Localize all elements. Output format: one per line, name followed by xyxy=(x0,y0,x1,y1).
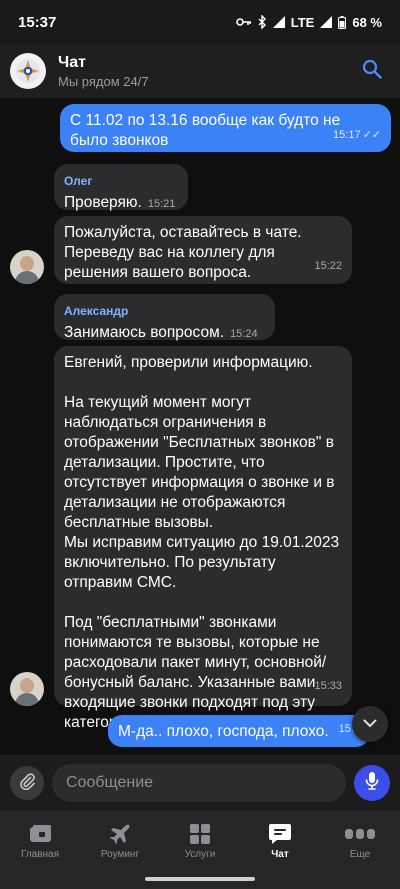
outgoing-message[interactable]: М-да.. плохо, господа, плохо. 15:3 xyxy=(108,715,370,747)
company-logo xyxy=(10,53,46,89)
incoming-message[interactable]: Евгений, проверили информацию. На текущи… xyxy=(54,346,352,731)
status-icons: LTE 68 % xyxy=(235,14,382,30)
wifi-signal-icon xyxy=(272,16,285,28)
nav-label: Еще xyxy=(349,848,371,860)
home-icon xyxy=(27,823,53,845)
message-time: 15:17 ✓✓ xyxy=(333,129,381,141)
avatar xyxy=(10,250,44,284)
network-type: LTE xyxy=(290,14,315,30)
nav-item-home[interactable]: Главная xyxy=(0,811,80,871)
scroll-down-button[interactable] xyxy=(352,706,388,742)
message-text: С 11.02 по 13.16 вообще как будто не был… xyxy=(70,112,345,149)
attach-button[interactable] xyxy=(10,766,44,800)
search-button[interactable] xyxy=(356,55,388,87)
status-time: 15:37 xyxy=(18,13,57,31)
cell-signal-icon xyxy=(320,16,333,28)
bottom-navigation: Главная Роуминг Услуги Чат Еще xyxy=(0,811,400,871)
page-subtitle: Мы рядом 24/7 xyxy=(58,73,149,89)
outgoing-message[interactable]: С 11.02 по 13.16 вообще как будто не был… xyxy=(60,104,391,152)
nav-label: Чат xyxy=(271,848,289,860)
avatar xyxy=(10,672,44,706)
message-time: 15:22 xyxy=(314,260,342,272)
message-text: Занимаюсь вопросом. xyxy=(64,324,225,341)
nav-item-services[interactable]: Услуги xyxy=(160,811,240,871)
header-text: Чат Мы рядом 24/7 xyxy=(58,54,149,89)
nav-item-more[interactable]: Еще xyxy=(320,811,400,871)
home-indicator-area xyxy=(0,871,400,889)
message-input[interactable] xyxy=(52,764,346,802)
bluetooth-icon xyxy=(258,15,267,29)
incoming-message[interactable]: Александр Занимаюсь вопросом. 15:24 xyxy=(54,294,275,341)
message-text: Евгений, проверили информацию. На текущи… xyxy=(64,354,340,731)
status-bar: 15:37 LTE 68 % xyxy=(0,0,400,44)
chat-icon xyxy=(268,823,292,845)
microphone-icon xyxy=(365,771,379,796)
message-text: М-да.. плохо, господа, плохо. xyxy=(118,723,329,740)
page-title: Чат xyxy=(58,53,86,71)
message-time: 15:21 xyxy=(147,198,176,210)
plane-icon xyxy=(109,823,131,845)
more-icon xyxy=(345,823,375,845)
message-time: 15:24 xyxy=(230,328,258,340)
battery-icon xyxy=(338,15,347,29)
message-list[interactable]: С 11.02 по 13.16 вообще как будто не был… xyxy=(0,98,400,755)
chat-header: Чат Мы рядом 24/7 xyxy=(0,44,400,98)
incoming-message[interactable]: Пожалуйста, оставайтесь в чате. Переведу… xyxy=(54,216,352,284)
nav-item-roaming[interactable]: Роуминг xyxy=(80,811,160,871)
nav-label: Роуминг xyxy=(100,848,140,860)
microphone-button[interactable] xyxy=(354,765,390,801)
read-ticks-icon: ✓✓ xyxy=(362,129,381,141)
grid-icon xyxy=(189,823,211,845)
sender-name: Александр xyxy=(64,304,129,318)
nav-item-chat[interactable]: Чат xyxy=(240,811,320,871)
message-text: Проверяю. xyxy=(64,194,142,211)
paperclip-icon xyxy=(18,772,36,795)
battery-level: 68 % xyxy=(352,14,382,30)
nav-label: Услуги xyxy=(184,848,216,860)
message-text: Пожалуйста, оставайтесь в чате. Переведу… xyxy=(64,224,306,281)
search-icon xyxy=(362,59,382,84)
message-time: 15:33 xyxy=(314,680,342,692)
incoming-message[interactable]: Олег Проверяю. 15:21 xyxy=(54,164,188,211)
sender-name: Олег xyxy=(64,174,93,188)
nav-label: Главная xyxy=(20,848,60,860)
chevron-down-icon xyxy=(363,715,377,733)
key-icon xyxy=(235,17,252,27)
home-indicator[interactable] xyxy=(145,877,255,881)
composer xyxy=(0,755,400,811)
